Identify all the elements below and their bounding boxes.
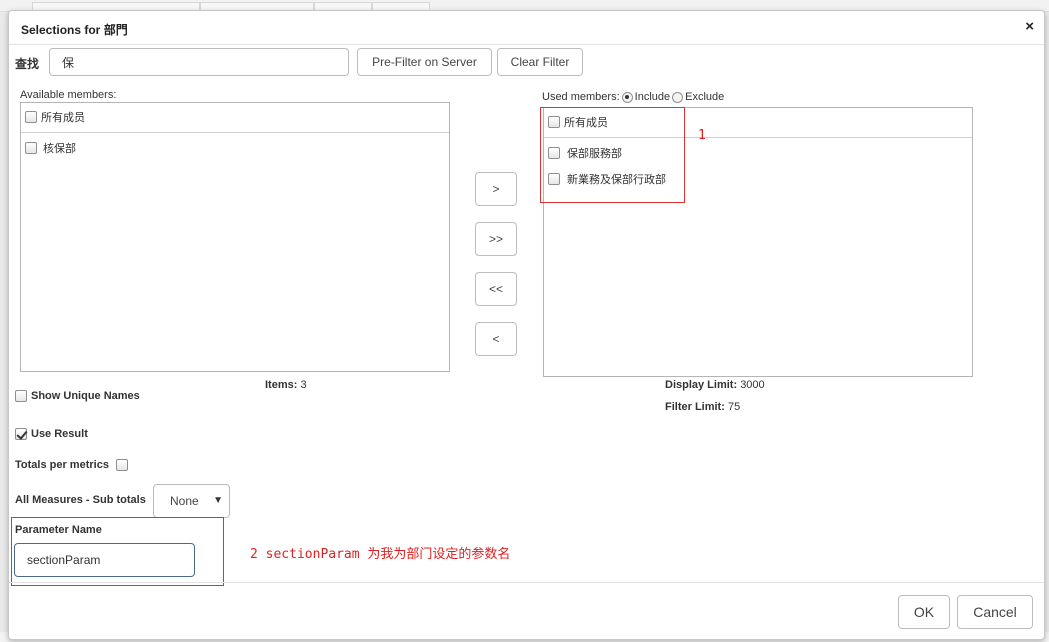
annotation-note-2: 2 sectionParam 为我为部门设定的参数名 [250, 547, 511, 562]
use-result-checkbox[interactable] [15, 428, 27, 440]
ok-button[interactable]: OK [898, 595, 950, 629]
cancel-button[interactable]: Cancel [957, 595, 1033, 629]
items-count-label: Items: [265, 379, 298, 391]
member-label: 核保部 [43, 143, 76, 155]
list-item[interactable]: 核保部 [25, 138, 76, 158]
move-right-button[interactable]: > [475, 172, 517, 206]
footer-divider [9, 582, 1044, 583]
show-unique-names-checkbox[interactable] [15, 390, 27, 402]
all-measures-label: All Measures - Sub totals [15, 494, 146, 506]
include-label: Include [634, 91, 671, 103]
totals-per-metrics-option[interactable]: Totals per metrics [15, 459, 132, 471]
annotation-box-1 [540, 107, 685, 203]
close-icon[interactable]: × [1025, 18, 1034, 35]
sub-totals-select-value: None [170, 494, 199, 508]
filter-limit-value: 75 [727, 401, 741, 413]
selections-dialog: Selections for 部門 × 查找 Pre-Filter on Ser… [8, 10, 1045, 640]
used-members-label: Used members: [542, 91, 620, 103]
available-all-members-row[interactable]: 所有成员 [25, 107, 85, 127]
display-limit: Display Limit: 3000 [665, 379, 765, 391]
annotation-box-2 [11, 517, 224, 586]
use-result-option[interactable]: Use Result [15, 428, 88, 440]
show-unique-names-option[interactable]: Show Unique Names [15, 390, 140, 402]
move-all-left-button[interactable]: << [475, 272, 517, 306]
dialog-title-bar: Selections for 部門 × [9, 11, 1044, 45]
search-input[interactable] [49, 48, 349, 76]
items-count-value: 3 [300, 379, 307, 391]
prefilter-on-server-button[interactable]: Pre-Filter on Server [357, 48, 492, 76]
available-members-label: Available members: [20, 89, 117, 101]
use-result-label: Use Result [31, 428, 88, 440]
move-left-button[interactable]: < [475, 322, 517, 356]
member-checkbox[interactable] [25, 142, 37, 154]
dialog-title: Selections for 部門 [21, 23, 128, 37]
display-limit-label: Display Limit: [665, 379, 738, 391]
exclude-radio[interactable] [672, 91, 684, 103]
filter-limit-label: Filter Limit: [665, 401, 725, 413]
display-limit-value: 3000 [740, 379, 765, 391]
include-radio[interactable] [621, 91, 633, 103]
used-members-header: Used members: Include Exclude [542, 91, 724, 103]
clear-filter-button[interactable]: Clear Filter [497, 48, 583, 76]
move-all-right-button[interactable]: >> [475, 222, 517, 256]
exclude-label: Exclude [685, 91, 725, 103]
search-label: 查找 [15, 57, 40, 71]
available-members-list[interactable]: 所有成员 核保部 [20, 102, 450, 372]
totals-per-metrics-label: Totals per metrics [15, 459, 109, 471]
dropdown-arrow-icon: ▼ [213, 495, 223, 506]
sub-totals-select[interactable]: None ▼ [153, 484, 230, 518]
show-unique-names-label: Show Unique Names [31, 390, 140, 402]
all-members-label: 所有成员 [41, 112, 85, 124]
annotation-note-1: 1 [698, 128, 706, 143]
available-list-header: 所有成员 [21, 103, 449, 133]
filter-limit: Filter Limit: 75 [665, 401, 740, 413]
all-members-checkbox[interactable] [25, 111, 37, 123]
totals-per-metrics-checkbox[interactable] [115, 459, 128, 471]
items-count: Items: 3 [265, 379, 307, 391]
